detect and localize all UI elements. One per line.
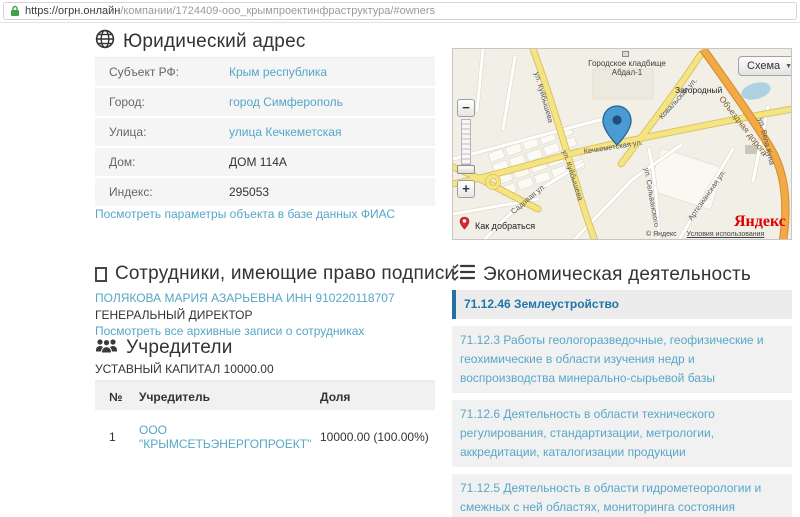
map-label-cemetery: Городское кладбище Абдал-1 [583,59,671,77]
users-icon [95,338,118,359]
page-title: Юридический адрес [123,31,306,53]
legal-address-header: Юридический адрес [95,29,306,54]
cemetery-icon [622,51,629,57]
table-row: Город: город Симферополь [95,88,435,116]
row-label: Город: [95,95,229,109]
founders-header: Учредители [95,337,233,359]
founder-share: 10000.00 (100.00%) [320,430,435,444]
map-type-label: Схема [747,60,780,72]
col-num: № [95,390,139,404]
yandex-logo[interactable]: Яндекс [734,213,786,231]
page: https://огрн.онлайн/компании/1724409-ооо… [0,0,800,517]
globe-icon [95,29,115,54]
zoom-in-button[interactable]: + [457,180,475,198]
row-label: Дом: [95,155,229,169]
activity-item[interactable]: 71.12.6 Деятельность в области техническ… [452,400,792,467]
activity-header: Экономическая деятельность [452,263,751,286]
founders-table: № Учредитель Доля 1 ООО "КРЫМСЕТЬЭНЕРГОП… [95,380,435,452]
list-check-icon [452,263,475,286]
url-domain: https://огрн.онлайн [25,5,120,17]
row-label: Индекс: [95,185,229,199]
employees-archive-link[interactable]: Посмотреть все архивные записи о сотрудн… [95,324,364,338]
url-path: /компании/1724409-ооо_крымпроектинфрастр… [120,5,435,17]
employee-person-link[interactable]: ПОЛЯКОВА МАРИЯ АЗАРЬЕВНА ИНН 91022011870… [95,291,395,305]
founder-company-link[interactable]: ООО "КРЫМСЕТЬЭНЕРГОПРОЕКТ" [139,423,320,451]
founders-title: Учредители [126,337,233,359]
street-link[interactable]: улица Кечкеметская [229,125,341,139]
activity-item[interactable]: 71.12.5 Деятельность в области гидромете… [452,474,792,517]
address-table: Субъект РФ: Крым республика Город: город… [95,57,435,208]
chevron-down-icon: ▼ [785,63,792,70]
charter-capital: УСТАВНЫЙ КАПИТАЛ 10000.00 [95,362,274,376]
employees-header: Сотрудники, имеющие право подписи [95,263,455,285]
employees-title: Сотрудники, имеющие право подписи [115,263,455,285]
row-label: Субъект РФ: [95,65,229,79]
zoom-slider-handle[interactable] [457,165,475,174]
browser-address-bar[interactable]: https://огрн.онлайн/компании/1724409-ооо… [3,2,797,20]
region-link[interactable]: Крым республика [229,65,327,79]
founder-num: 1 [95,430,139,444]
table-row: Индекс: 295053 [95,178,435,206]
activity-list: 71.12.46 Землеустройство 71.12.3 Работы … [452,290,792,517]
zoom-slider[interactable] [461,119,471,165]
col-name: Учредитель [139,390,320,404]
activity-item-primary[interactable]: 71.12.46 Землеустройство [452,290,792,319]
signature-icon [95,267,107,282]
house-value: ДОМ 114А [229,155,287,169]
activity-item[interactable]: 71.12.3 Работы геологоразведочные, геофи… [452,326,792,393]
directions-button[interactable]: Как добраться [459,216,535,235]
directions-pin-icon [459,216,470,235]
url-text: https://огрн.онлайн/компании/1724409-ооо… [25,5,435,17]
chrome-separator [0,22,800,23]
zoom-out-button[interactable]: − [457,99,475,117]
fias-link[interactable]: Посмотреть параметры объекта в базе данн… [95,207,395,221]
table-row: 1 ООО "КРЫМСЕТЬЭНЕРГОПРОЕКТ" 10000.00 (1… [95,422,435,452]
row-label: Улица: [95,125,229,139]
activity-title: Экономическая деятельность [483,264,751,286]
yandex-map[interactable]: Городское кладбище Абдал-1 Загородный Об… [452,48,792,240]
table-row: Дом: ДОМ 114А [95,148,435,176]
zip-value: 295053 [229,185,269,199]
table-row: Улица: улица Кечкеметская [95,118,435,146]
lock-icon [10,5,20,17]
table-row: Субъект РФ: Крым республика [95,58,435,86]
directions-label: Как добраться [475,221,535,231]
employee-position: ГЕНЕРАЛЬНЫЙ ДИРЕКТОР [95,308,253,322]
map-attribution: © Яндекс Условия использования [646,231,764,238]
terms-link[interactable]: Условия использования [687,231,765,238]
map-type-button[interactable]: Схема ▼ [738,56,792,76]
col-share: Доля [320,390,435,404]
city-link[interactable]: город Симферополь [229,95,343,109]
founders-table-header: № Учредитель Доля [95,383,435,410]
copyright-text: © Яндекс [646,231,677,238]
